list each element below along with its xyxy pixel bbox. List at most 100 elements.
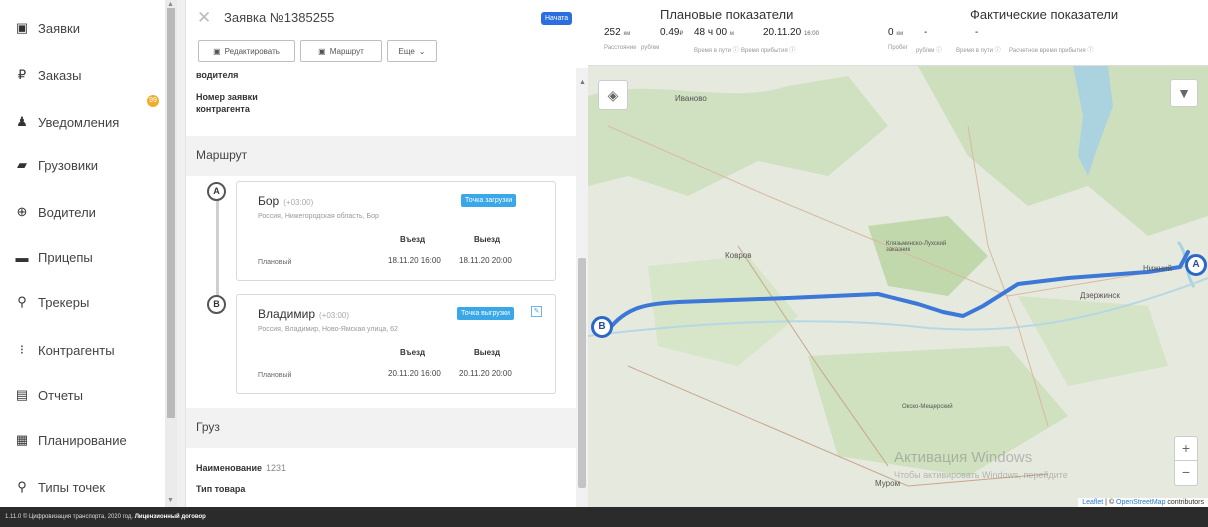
sidebar-item-label: Уведомления	[38, 114, 120, 130]
request-detail-panel: ✕ Заявка №1385255 Начата ▣ Редактировать…	[185, 0, 588, 507]
exit-header: Выезд	[474, 348, 501, 357]
stat-label: Время прибытия ⓘ	[741, 48, 796, 54]
point-address: Россия, Нижегородская область, Бор	[258, 213, 379, 220]
contractor-icon: ⁝	[19, 342, 25, 357]
stat-value: 48 ч 00	[694, 27, 728, 38]
map-label-city: Нижний	[1143, 264, 1172, 273]
steering-wheel-icon: ⊕	[16, 204, 28, 219]
point-b-marker: B	[207, 295, 226, 314]
zoom-out-button[interactable]: −	[1174, 461, 1198, 486]
point-city: Владимир (+03:00)	[258, 307, 349, 321]
driver-field-label: водителя	[196, 70, 239, 80]
exit-datetime: 18.11.20 20:00	[459, 256, 512, 265]
truck-icon: ▰	[17, 157, 27, 172]
more-button[interactable]: Еще ⌄	[387, 40, 437, 62]
route-marker-b[interactable]: B	[591, 316, 613, 338]
scroll-up-arrow-icon[interactable]: ▲	[579, 79, 586, 86]
cargo-name-value: 1231	[266, 463, 287, 473]
stat-label: Расчетное время прибытия ⓘ	[1009, 48, 1094, 54]
map-label-reserve: Клязьминско-Лухский заказник	[886, 241, 947, 253]
edit-button[interactable]: ▣ Редактировать	[198, 40, 295, 62]
panel-scrollbar-thumb[interactable]	[578, 258, 586, 488]
layers-button[interactable]: ◈	[598, 80, 628, 110]
map-icon: ▣	[318, 46, 326, 56]
planned-label: Плановый	[258, 259, 292, 266]
panel-scrollbar[interactable]: ▲	[576, 68, 588, 507]
sidebar-item-trucks[interactable]: ▰ Грузовики	[14, 153, 98, 177]
notifications-count-badge: 99	[147, 95, 159, 107]
sidebar-item-orders[interactable]: ₽ Заказы	[14, 63, 82, 87]
sidebar-item-label: Заказы	[38, 67, 82, 83]
sidebar-item-contractors[interactable]: ⁝ Контрагенты	[14, 338, 115, 362]
sidebar-item-planning[interactable]: ▦ Планирование	[14, 428, 127, 452]
sidebar-item-reports[interactable]: ▤ Отчеты	[14, 383, 83, 407]
route-point-card[interactable]: Бор (+03:00) Точка загрузки Россия, Нижег…	[236, 181, 556, 281]
route-section-title: Маршрут	[196, 148, 248, 162]
status-badge: Начата	[541, 12, 573, 25]
calendar-icon: ▦	[15, 432, 29, 447]
planned-distance: 252 км	[604, 27, 630, 38]
point-timezone: (+03:00)	[283, 198, 314, 207]
sidebar-item-requests[interactable]: ▣ Заявки	[14, 16, 80, 40]
sidebar-item-trackers[interactable]: ⚲ Трекеры	[14, 290, 89, 314]
map-label-city: Дзержинск	[1080, 291, 1120, 300]
filter-icon: ▼	[1177, 85, 1191, 101]
stat-value: 0	[888, 27, 894, 38]
scroll-down-arrow-icon[interactable]: ▼	[167, 497, 174, 504]
stat-label: руб/км	[641, 45, 660, 51]
route-point-card[interactable]: Владимир (+03:00) Точка выгрузки ✎ Россия…	[236, 294, 556, 394]
route-button[interactable]: ▣ Маршрут	[300, 40, 382, 62]
stat-label: Расстояние	[604, 45, 637, 51]
leaflet-link[interactable]: Leaflet	[1082, 499, 1103, 506]
sidebar-scrollbar-thumb[interactable]	[167, 8, 175, 418]
stat-unit: 16:00	[803, 31, 819, 37]
stat-unit: км	[623, 31, 631, 37]
trailer-icon: ▬	[15, 249, 29, 265]
scroll-up-arrow-icon[interactable]: ▲	[167, 1, 174, 8]
cargo-name-label: Наименование	[196, 463, 263, 473]
exit-header: Выезд	[474, 235, 501, 244]
stat-value: 0.49	[660, 27, 680, 38]
stat-label: Время в пути ⓘ	[694, 48, 739, 54]
sidebar-item-drivers[interactable]: ⊕ Водители	[14, 200, 96, 224]
sidebar-item-label: Трекеры	[38, 294, 90, 310]
more-button-label: Еще	[398, 46, 415, 56]
route-stats-header: Плановые показатели Фактические показате…	[588, 0, 1208, 66]
sidebar-item-label: Типы точек	[38, 479, 106, 495]
windows-activation-watermark: Активация Windows	[894, 449, 1033, 466]
footer: 1.11.0 © Цифровизация транспорта, 2020 г…	[0, 507, 1208, 527]
filter-button[interactable]: ▼	[1170, 79, 1198, 107]
edit-icon[interactable]: ✎	[531, 306, 542, 317]
entry-header: Въезд	[400, 235, 426, 244]
map-label-city: Ковров	[725, 251, 752, 260]
stat-value: 252	[604, 27, 621, 38]
location-pin-icon: ⚲	[17, 479, 27, 494]
zoom-in-button[interactable]: +	[1174, 436, 1198, 461]
bell-icon: ♟	[16, 114, 28, 129]
cargo-type-label: Тип товара	[196, 484, 246, 494]
route-map[interactable]: Иваново Ковров Клязьминско-Лухский заказ…	[588, 66, 1208, 507]
location-pin-icon: ⚲	[17, 294, 27, 309]
sidebar: ▣ Заявки ₽ Заказы ♟ Уведомления 99 ▰ Гру…	[0, 0, 165, 507]
point-city-name: Владимир	[258, 307, 316, 321]
actual-travel-time: -	[975, 27, 979, 38]
contractor-number-label-2: контрагента	[196, 104, 250, 114]
sidebar-scrollbar[interactable]: ▲ ▼	[165, 0, 177, 507]
stat-unit: км	[896, 31, 904, 37]
sidebar-item-point-types[interactable]: ⚲ Типы точек	[14, 475, 105, 499]
attribution-separator: | ©	[1103, 499, 1117, 506]
loading-point-tag: Точка загрузки	[461, 194, 517, 207]
close-icon[interactable]: ✕	[197, 8, 211, 28]
license-link[interactable]: Лицензионный договор	[135, 514, 206, 520]
sidebar-item-label: Планирование	[38, 432, 127, 448]
openstreetmap-link[interactable]: OpenStreetMap	[1116, 499, 1165, 506]
entry-datetime: 20.11.20 16:00	[388, 369, 441, 378]
windows-activation-hint: Чтобы активировать Windows, перейдите	[894, 470, 1068, 480]
map-label-reserve: Окско-Мещерский	[902, 404, 953, 410]
planned-arrival: 20.11.20 16:00	[763, 27, 819, 38]
route-marker-a[interactable]: A	[1185, 254, 1207, 276]
sidebar-item-notifications[interactable]: ♟ Уведомления	[14, 110, 119, 134]
planned-travel-time: 48 ч 00 м	[694, 27, 734, 38]
ruble-icon: ₽	[17, 67, 27, 82]
sidebar-item-trailers[interactable]: ▬ Прицепы	[14, 245, 93, 269]
